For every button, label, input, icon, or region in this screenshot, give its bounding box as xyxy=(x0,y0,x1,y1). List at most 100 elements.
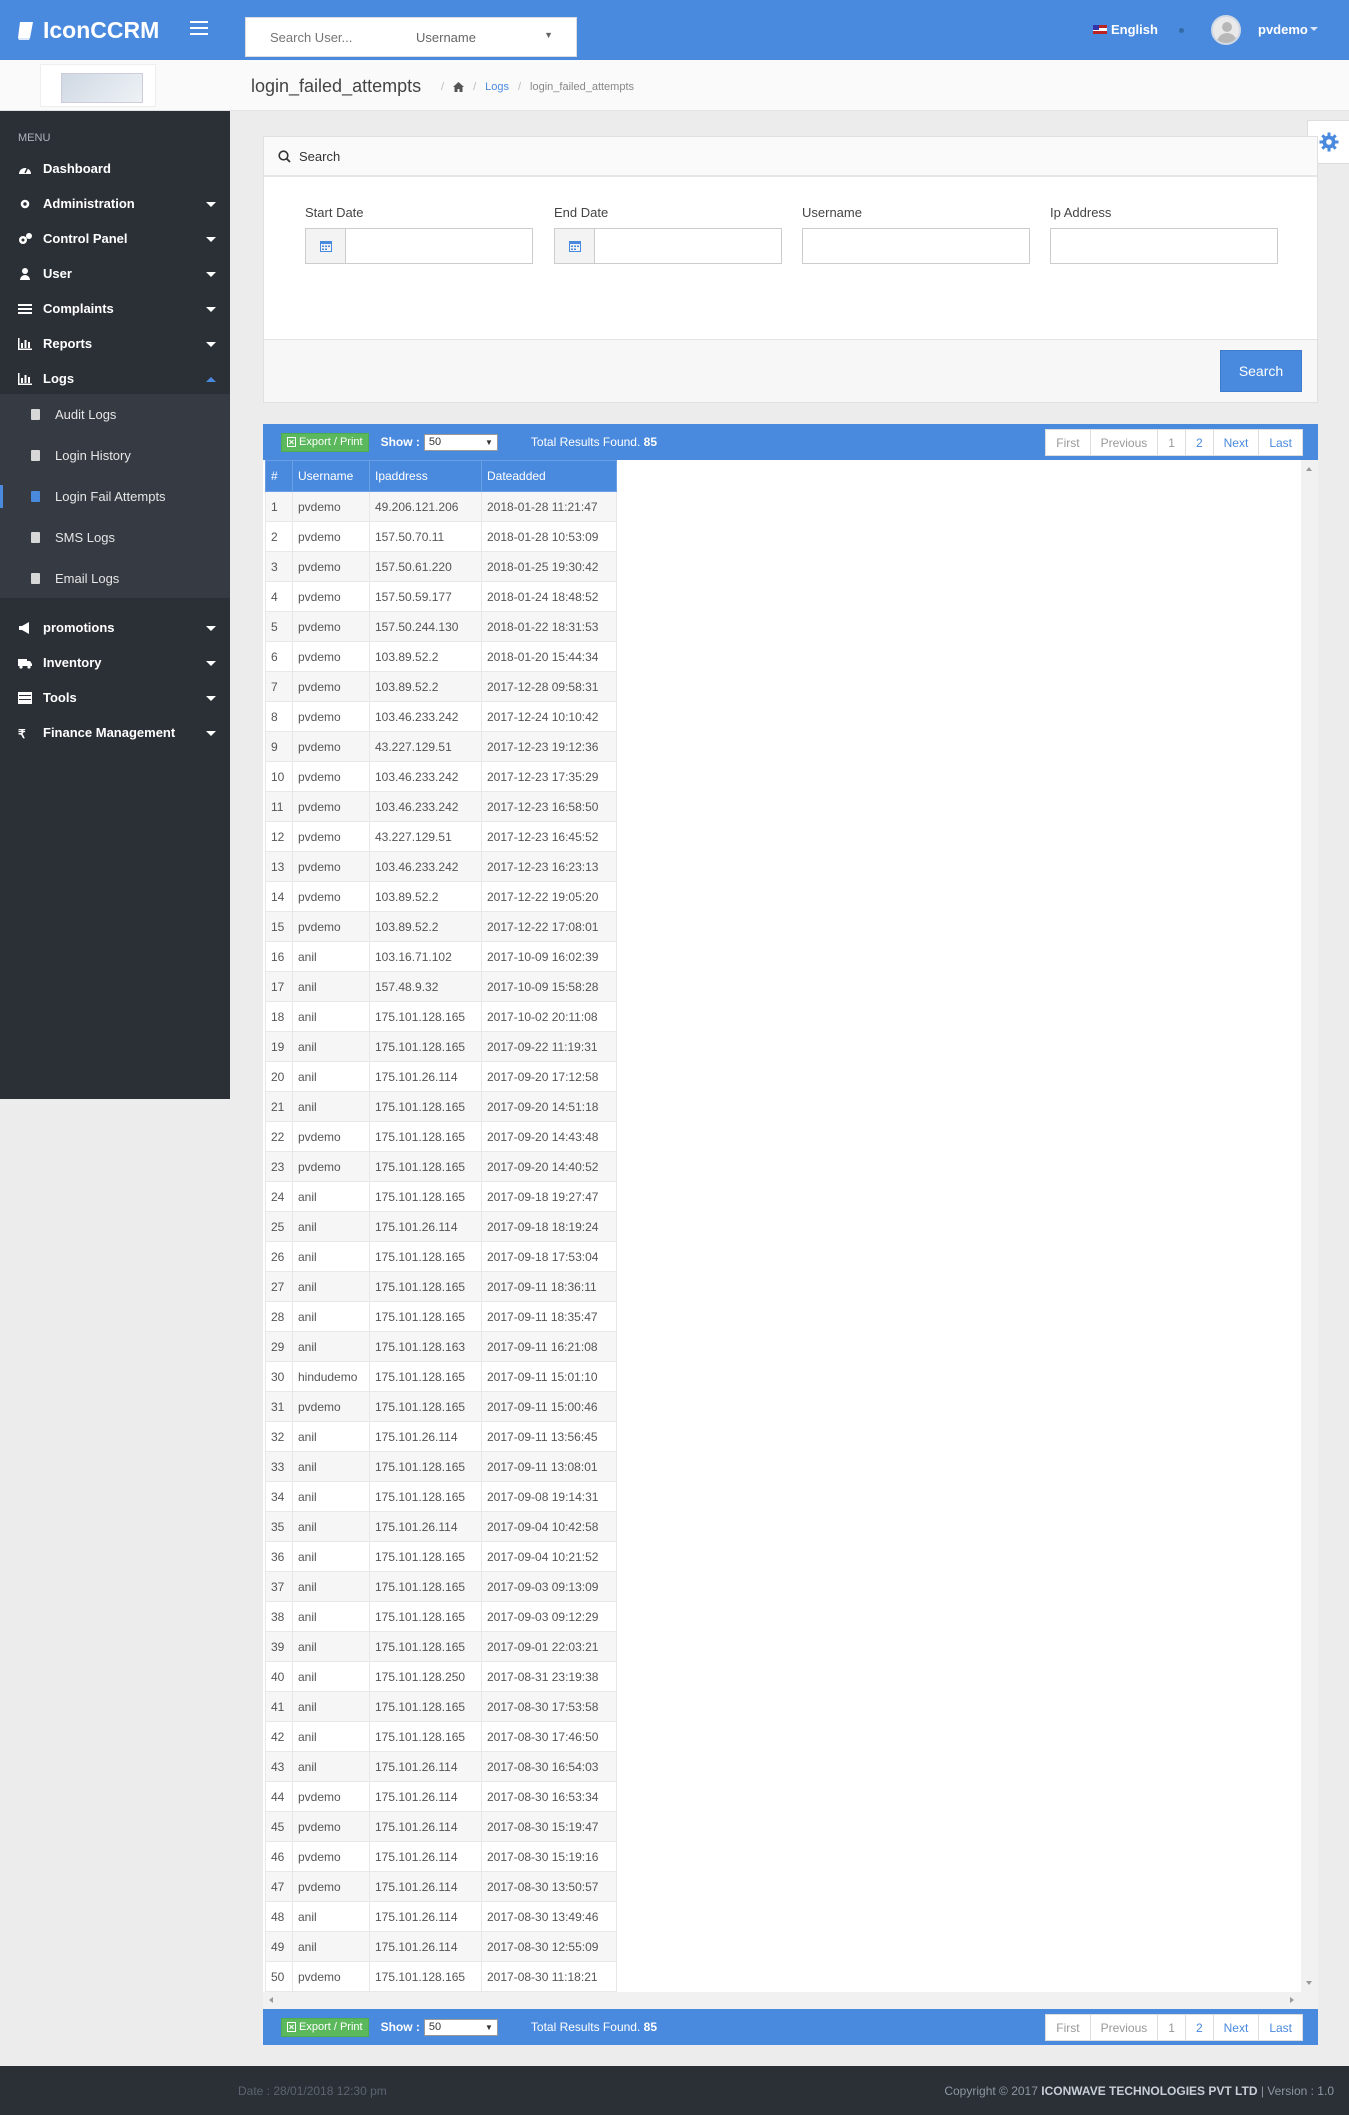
page-header: login_failed_attempts / / Logs / login_f… xyxy=(0,60,1349,111)
page-previous-button[interactable]: Previous xyxy=(1091,2015,1159,2040)
vertical-scrollbar[interactable] xyxy=(1301,460,1318,1992)
calendar-icon[interactable] xyxy=(306,229,346,263)
horizontal-scrollbar[interactable] xyxy=(263,1992,1318,2009)
cell-number: 10 xyxy=(265,761,293,792)
page-next-button[interactable]: Next xyxy=(1214,2015,1260,2040)
cell-username: pvdemo xyxy=(292,701,370,732)
sidebar-subitem-email-logs[interactable]: Email Logs xyxy=(0,558,230,599)
cell-ipaddress: 175.101.128.165 xyxy=(369,1151,482,1182)
page-last-button[interactable]: Last xyxy=(1259,430,1302,455)
cell-dateadded: 2017-08-31 23:19:38 xyxy=(481,1661,617,1692)
ip-address-field: Ip Address xyxy=(1050,205,1278,264)
page-previous-button[interactable]: Previous xyxy=(1091,430,1159,455)
page-first-button[interactable]: First xyxy=(1046,2015,1091,2040)
cell-username: anil xyxy=(292,1481,370,1512)
sidebar-item-label: Inventory xyxy=(43,655,102,670)
sidebar-item-control-panel[interactable]: Control Panel xyxy=(0,221,230,256)
export-print-button[interactable]: Export / Print xyxy=(281,2017,369,2037)
cell-number: 7 xyxy=(265,671,293,702)
sidebar-subitem-login-history[interactable]: Login History xyxy=(0,435,230,476)
chevron-down-icon: ▼ xyxy=(544,29,553,40)
sidebar-subitem-audit-logs[interactable]: Audit Logs xyxy=(0,394,230,435)
cell-ipaddress: 175.101.128.165 xyxy=(369,1091,482,1122)
export-label: Export / Print xyxy=(299,2021,363,2033)
column-header-dateadded[interactable]: Dateadded xyxy=(481,460,617,492)
table-row: 30 hindudemo 175.101.128.165 2017-09-11 15:… xyxy=(265,1361,617,1392)
cell-dateadded: 2017-09-11 18:36:11 xyxy=(481,1271,617,1302)
sidebar-subitem-sms-logs[interactable]: SMS Logs xyxy=(0,517,230,558)
cell-ipaddress: 175.101.26.114 xyxy=(369,1511,482,1542)
excel-file-icon xyxy=(287,437,296,447)
sidebar-item-reports[interactable]: Reports xyxy=(0,326,230,361)
search-field-select[interactable]: Username ▼ xyxy=(416,30,561,45)
end-date-input[interactable] xyxy=(595,229,781,263)
table-row: 33 anil 175.101.128.165 2017-09-11 13:08:01 xyxy=(265,1451,617,1482)
language-selector[interactable]: English xyxy=(1093,22,1158,37)
cell-dateadded: 2017-09-11 15:00:46 xyxy=(481,1391,617,1422)
cell-ipaddress: 175.101.128.165 xyxy=(369,1571,482,1602)
page-1-button[interactable]: 1 xyxy=(1158,430,1186,455)
sidebar-item-inventory[interactable]: Inventory xyxy=(0,645,230,680)
app-logo[interactable]: IconCCRM xyxy=(16,17,159,44)
user-name[interactable]: pvdemo xyxy=(1258,22,1308,37)
sidebar-item-dashboard[interactable]: Dashboard xyxy=(0,151,230,186)
cell-username: pvdemo xyxy=(292,1121,370,1152)
page-2-button[interactable]: 2 xyxy=(1186,430,1214,455)
search-button[interactable]: Search xyxy=(1220,350,1302,392)
cell-ipaddress: 175.101.128.163 xyxy=(369,1331,482,1362)
cell-username: pvdemo xyxy=(292,1781,370,1812)
cell-number: 19 xyxy=(265,1031,293,1062)
cell-dateadded: 2017-09-04 10:42:58 xyxy=(481,1511,617,1542)
table-row: 50 pvdemo 175.101.128.165 2017-08-30 11:18:… xyxy=(265,1961,617,1992)
cell-number: 25 xyxy=(265,1211,293,1242)
column-header-number[interactable]: # xyxy=(265,460,293,492)
ip-address-input[interactable] xyxy=(1050,228,1278,264)
username-input[interactable] xyxy=(802,228,1030,264)
search-panel-header[interactable]: Search xyxy=(264,137,1317,177)
rupee-icon: ₹ xyxy=(18,726,26,741)
search-user-input[interactable] xyxy=(246,29,416,45)
avatar[interactable] xyxy=(1211,15,1241,45)
sidebar-item-tools[interactable]: Tools xyxy=(0,680,230,715)
sidebar-item-logs[interactable]: Logs xyxy=(0,361,230,396)
file-icon xyxy=(31,450,40,461)
cell-dateadded: 2017-10-09 16:02:39 xyxy=(481,941,617,972)
page-1-button[interactable]: 1 xyxy=(1158,2015,1186,2040)
cell-ipaddress: 103.89.52.2 xyxy=(369,881,482,912)
menu-toggle-icon[interactable] xyxy=(190,21,208,39)
export-print-button[interactable]: Export / Print xyxy=(281,432,369,452)
cell-dateadded: 2017-09-11 15:01:10 xyxy=(481,1361,617,1392)
calendar-icon[interactable] xyxy=(555,229,595,263)
page-last-button[interactable]: Last xyxy=(1259,2015,1302,2040)
cell-username: hindudemo xyxy=(292,1361,370,1392)
cell-dateadded: 2018-01-28 11:21:47 xyxy=(481,491,617,522)
cell-ipaddress: 175.101.26.114 xyxy=(369,1871,482,1902)
pagination: First Previous 1 2 Next Last xyxy=(1045,429,1303,456)
sidebar-item-administration[interactable]: Administration xyxy=(0,186,230,221)
cell-username: pvdemo xyxy=(292,1151,370,1182)
page-2-button[interactable]: 2 xyxy=(1186,2015,1214,2040)
cell-username: pvdemo xyxy=(292,551,370,582)
start-date-input[interactable] xyxy=(346,229,532,263)
sidebar-item-complaints[interactable]: Complaints xyxy=(0,291,230,326)
column-header-username[interactable]: Username xyxy=(292,460,370,492)
home-icon[interactable] xyxy=(453,82,465,92)
breadcrumb-logs-link[interactable]: Logs xyxy=(485,81,509,93)
page-size-select[interactable]: 50 ▼ xyxy=(423,2018,498,2036)
sidebar-subitem-login-fail-attempts[interactable]: Login Fail Attempts xyxy=(0,476,230,517)
sidebar-item-user[interactable]: User xyxy=(0,256,230,291)
sidebar-item-promotions[interactable]: promotions xyxy=(0,610,230,645)
sidebar-item-finance-management[interactable]: ₹ Finance Management xyxy=(0,715,230,750)
cell-number: 20 xyxy=(265,1061,293,1092)
table-row: 14 pvdemo 103.89.52.2 2017-12-22 19:05:20 xyxy=(265,881,617,912)
column-header-ipaddress[interactable]: Ipaddress xyxy=(369,460,482,492)
cell-number: 13 xyxy=(265,851,293,882)
list-icon xyxy=(18,303,32,314)
cell-dateadded: 2018-01-28 10:53:09 xyxy=(481,521,617,552)
page-size-select[interactable]: 50 ▼ xyxy=(423,433,498,451)
user-caret-icon[interactable] xyxy=(1310,27,1318,31)
page-next-button[interactable]: Next xyxy=(1214,430,1260,455)
cell-number: 28 xyxy=(265,1301,293,1332)
page-first-button[interactable]: First xyxy=(1046,430,1091,455)
cell-ipaddress: 175.101.26.114 xyxy=(369,1211,482,1242)
